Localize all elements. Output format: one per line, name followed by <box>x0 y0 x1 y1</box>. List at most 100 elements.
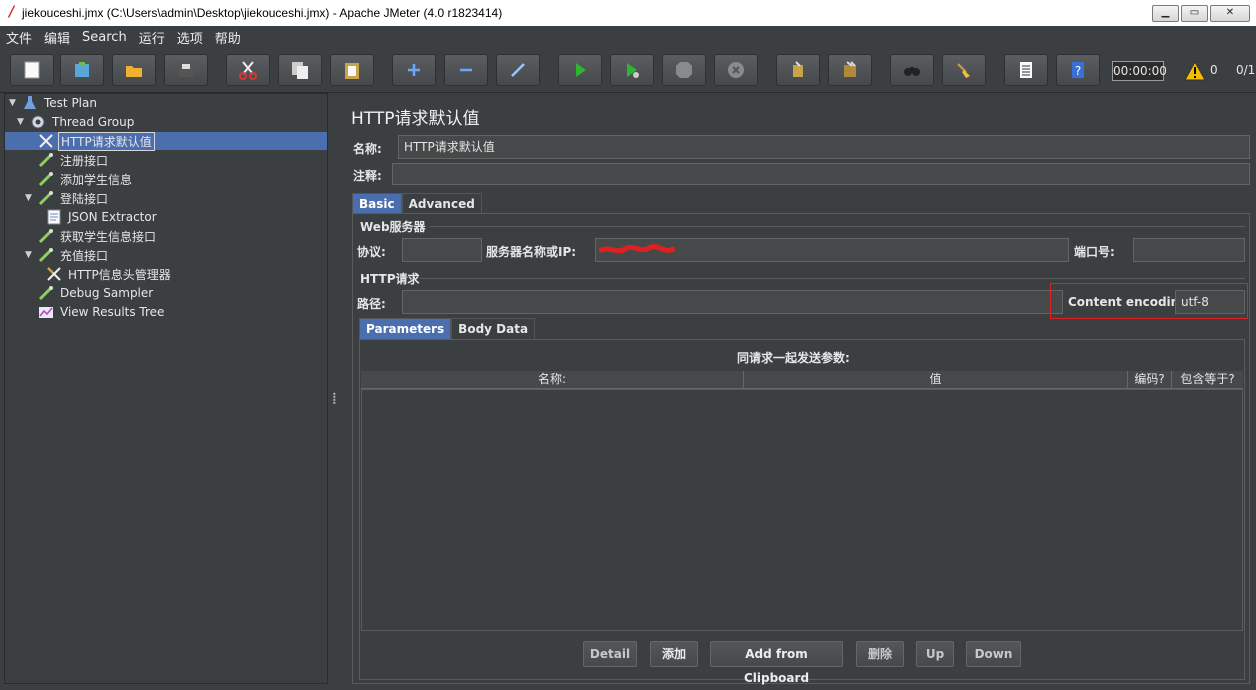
minimize-button[interactable]: ▁ <box>1152 5 1179 22</box>
tab-body-data[interactable]: Body Data <box>451 318 536 339</box>
elapsed-timer: 00:00:00 <box>1112 61 1167 81</box>
tree-node-debug-sampler[interactable]: Debug Sampler <box>37 284 155 302</box>
paste-icon <box>345 63 359 79</box>
new-button[interactable] <box>10 54 54 86</box>
comment-label: 注释: <box>353 169 382 183</box>
paste-button[interactable] <box>330 54 374 86</box>
warning-icon[interactable] <box>1184 61 1206 81</box>
down-button[interactable]: Down <box>966 641 1021 667</box>
open-folder-icon <box>126 66 142 77</box>
new-file-icon <box>24 61 40 79</box>
list-icon <box>1020 62 1032 78</box>
delete-button[interactable]: 删除 <box>856 641 904 667</box>
search-button[interactable] <box>890 54 934 86</box>
close-button[interactable]: ✕ <box>1210 5 1250 22</box>
reset-search-button[interactable] <box>942 54 986 86</box>
expand-arrow-icon[interactable]: ▼ <box>25 250 37 260</box>
maximize-button[interactable]: ▭ <box>1181 5 1208 22</box>
name-input[interactable]: HTTP请求默认值 <box>398 135 1250 159</box>
tree-node-recharge[interactable]: ▼ 充值接口 <box>25 246 110 264</box>
listener-graph-icon <box>37 303 55 321</box>
help-icon: ? <box>1072 62 1084 78</box>
element-editor-panel: HTTP请求默认值 名称: HTTP请求默认值 注释: Basic Advanc… <box>340 93 1256 685</box>
port-label: 端口号: <box>1074 245 1115 259</box>
stop-icon <box>676 62 692 78</box>
menu-help[interactable]: 帮助 <box>209 28 247 47</box>
content-encoding-label: Content encoding: <box>1068 295 1193 309</box>
config-tabs: Basic Advanced <box>352 193 482 214</box>
toolbar: ? <box>0 48 1256 93</box>
reset-broom-icon <box>957 63 970 78</box>
tree-node-json-extractor[interactable]: JSON Extractor <box>45 208 159 226</box>
cut-button[interactable] <box>226 54 270 86</box>
column-header-name[interactable]: 名称: <box>361 371 744 388</box>
clear-button[interactable] <box>776 54 820 86</box>
open-button[interactable] <box>112 54 156 86</box>
wrench-icon <box>45 265 63 283</box>
tab-basic[interactable]: Basic <box>352 193 402 214</box>
menu-file[interactable]: 文件 <box>0 28 38 47</box>
tree-node-results-tree[interactable]: View Results Tree <box>37 303 166 321</box>
tree-node-login[interactable]: ▼ 登陆接口 <box>25 189 110 207</box>
tree-node-test-plan[interactable]: ▼ Test Plan <box>9 94 99 112</box>
port-input[interactable] <box>1133 238 1245 262</box>
shutdown-button[interactable] <box>714 54 758 86</box>
split-pane-divider[interactable]: • • • • <box>328 93 340 684</box>
expand-arrow-icon[interactable]: ▼ <box>9 98 21 108</box>
menu-run[interactable]: 运行 <box>133 28 171 47</box>
function-helper-button[interactable] <box>1004 54 1048 86</box>
path-input[interactable] <box>402 290 1063 314</box>
collapse-button[interactable] <box>444 54 488 86</box>
stop-button[interactable] <box>662 54 706 86</box>
column-header-include-equals[interactable]: 包含等于? <box>1172 371 1243 388</box>
sampler-pipette-icon <box>37 246 55 264</box>
content-encoding-input[interactable]: utf-8 <box>1175 290 1245 314</box>
tree-node-register[interactable]: 注册接口 <box>37 151 110 169</box>
expand-arrow-icon[interactable]: ▼ <box>25 193 37 203</box>
menu-edit[interactable]: 编辑 <box>38 28 76 47</box>
detail-button[interactable]: Detail <box>583 641 637 667</box>
start-button[interactable] <box>558 54 602 86</box>
column-header-encode[interactable]: 编码? <box>1128 371 1172 388</box>
column-header-value[interactable]: 值 <box>744 371 1128 388</box>
start-no-pause-button[interactable] <box>610 54 654 86</box>
wand-icon <box>511 63 525 77</box>
clear-all-button[interactable] <box>828 54 872 86</box>
window-title: jiekouceshi.jmx (C:\Users\admin\Desktop\… <box>22 6 503 20</box>
parameters-table-body[interactable] <box>361 389 1243 631</box>
menu-options[interactable]: 选项 <box>171 28 209 47</box>
help-button[interactable]: ? <box>1056 54 1100 86</box>
tree-node-http-defaults[interactable]: HTTP请求默认值 <box>5 131 327 151</box>
maximize-icon: ▭ <box>1189 7 1200 18</box>
add-from-clipboard-button[interactable]: Add from Clipboard <box>710 641 843 685</box>
save-button[interactable] <box>164 54 208 86</box>
add-button[interactable]: 添加 <box>650 641 698 667</box>
document-icon <box>45 208 63 226</box>
play-icon <box>576 63 586 77</box>
protocol-input[interactable] <box>402 238 482 262</box>
toggle-button[interactable] <box>496 54 540 86</box>
tab-advanced[interactable]: Advanced <box>401 193 482 214</box>
web-server-group-title: Web服务器 <box>360 220 426 234</box>
comment-input[interactable] <box>392 163 1250 185</box>
expand-button[interactable] <box>392 54 436 86</box>
copy-icon <box>292 62 308 79</box>
save-icon <box>179 63 193 77</box>
flask-icon <box>21 94 39 112</box>
tab-parameters[interactable]: Parameters <box>359 318 452 339</box>
tree-node-thread-group[interactable]: ▼ Thread Group <box>17 113 136 131</box>
sampler-pipette-icon <box>37 170 55 188</box>
tree-node-add-student[interactable]: 添加学生信息 <box>37 170 134 188</box>
up-button[interactable]: Up <box>916 641 954 667</box>
tree-node-header-manager[interactable]: HTTP信息头管理器 <box>45 265 173 283</box>
server-label: 服务器名称或IP: <box>486 245 577 259</box>
wrench-icon <box>37 132 55 150</box>
expand-arrow-icon[interactable]: ▼ <box>17 117 29 127</box>
templates-button[interactable] <box>60 54 104 86</box>
copy-button[interactable] <box>278 54 322 86</box>
window-titlebar: jiekouceshi.jmx (C:\Users\admin\Desktop\… <box>0 0 1256 26</box>
tree-node-get-student[interactable]: 获取学生信息接口 <box>37 227 158 245</box>
menu-search[interactable]: Search <box>76 30 133 45</box>
path-label: 路径: <box>357 297 386 311</box>
http-request-group-title: HTTP请求 <box>360 272 420 286</box>
